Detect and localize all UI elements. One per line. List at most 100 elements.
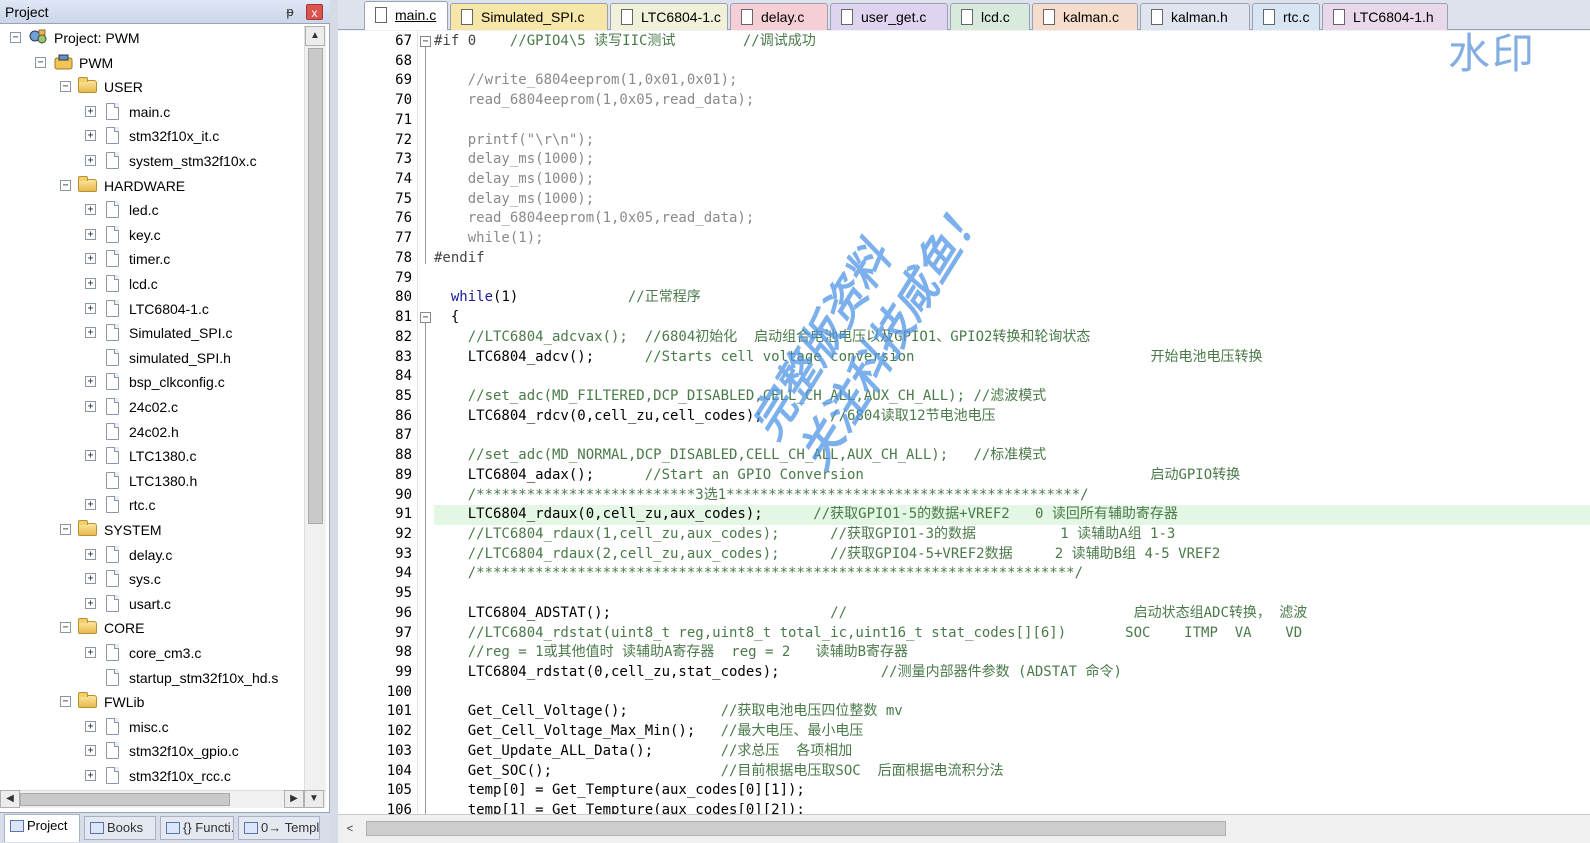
code-line[interactable]: Get_SOC(); //目前根据电压取SOC 后面根据电流积分法: [434, 762, 1590, 782]
expand-icon[interactable]: +: [85, 720, 96, 732]
tree-vertical-scrollbar[interactable]: ▲: [304, 26, 326, 790]
collapse-icon[interactable]: −: [10, 32, 21, 43]
tree-vertical-scroll-thumb[interactable]: [308, 48, 323, 524]
panel-tab-3[interactable]: 0→ Templ...: [238, 816, 320, 840]
code-line[interactable]: Get_Update_ALL_Data(); //求总压 各项相加: [434, 742, 1590, 762]
fold-collapse-icon[interactable]: −: [420, 312, 431, 324]
tree-file-item[interactable]: LTC1380.h: [0, 469, 300, 493]
tree-file-item[interactable]: + bsp_clkconfig.c: [0, 370, 300, 394]
expand-icon[interactable]: +: [85, 155, 96, 166]
code-editor[interactable]: 67 68 69 70 71 72 73 74 75 76 77 78 79 80 81 82 83 84 85 86…: [338, 31, 1590, 814]
code-line[interactable]: delay_ms(1000);: [434, 190, 1590, 210]
editor-tab[interactable]: Simulated_SPI.c: [450, 3, 608, 30]
editor-horizontal-scrollbar[interactable]: <: [338, 814, 1590, 843]
scroll-down-button[interactable]: ▼: [304, 790, 324, 808]
expand-icon[interactable]: +: [85, 228, 96, 240]
code-line[interactable]: #if 0 //GPIO4\5 读写IIC测试 //调试成功: [434, 32, 1590, 52]
editor-horizontal-scroll-thumb[interactable]: [366, 821, 1226, 836]
code-line[interactable]: [434, 426, 1590, 446]
expand-icon[interactable]: +: [85, 105, 96, 117]
editor-tab[interactable]: LTC6804-1.h: [1322, 3, 1448, 30]
expand-icon[interactable]: +: [85, 647, 96, 658]
tree-folder-item[interactable]: − SYSTEM: [0, 518, 300, 542]
code-line[interactable]: [434, 269, 1590, 289]
tree-file-item[interactable]: + key.c: [0, 223, 300, 247]
code-line[interactable]: [434, 367, 1590, 387]
tree-file-item[interactable]: + stm32f10x_gpio.c: [0, 739, 300, 763]
tree-file-item[interactable]: +24c02.c: [0, 395, 300, 419]
tree-file-item[interactable]: + system_stm32f10x.c: [0, 149, 300, 173]
code-line[interactable]: LTC6804_rdaux(0,cell_zu,aux_codes); //获取…: [434, 505, 1590, 525]
tree-file-item[interactable]: + main.c: [0, 100, 300, 124]
tree-file-item[interactable]: + misc.c: [0, 715, 300, 739]
expand-icon[interactable]: +: [85, 327, 96, 339]
expand-icon[interactable]: +: [85, 450, 96, 462]
code-line[interactable]: //reg = 1或其他值时 读辅助A寄存器 reg = 2 读辅助B寄存器: [434, 643, 1590, 663]
tree-folder-item[interactable]: − CORE: [0, 616, 300, 640]
code-line[interactable]: //write_6804eeprom(1,0x01,0x01);: [434, 71, 1590, 91]
tree-file-item[interactable]: + sys.c: [0, 567, 300, 591]
code-line[interactable]: temp[1] = Get_Tempture(aux_codes[0][2]);: [434, 801, 1590, 814]
code-line[interactable]: LTC6804_adcv(); //Starts cell voltage co…: [434, 348, 1590, 368]
scroll-right-button[interactable]: ▶: [284, 790, 304, 808]
code-line[interactable]: #endif: [434, 249, 1590, 269]
panel-tab-0[interactable]: Project: [4, 814, 80, 842]
tree-horizontal-scrollbar[interactable]: ◀ ▶ ▼: [0, 790, 326, 808]
expand-icon[interactable]: +: [85, 204, 96, 216]
tree-file-item[interactable]: + LTC6804-1.c: [0, 297, 300, 321]
tree-file-item[interactable]: + delay.c: [0, 543, 300, 567]
code-line[interactable]: Get_Cell_Voltage(); //获取电池电压四位整数 mv: [434, 702, 1590, 722]
code-line[interactable]: /***************************************…: [434, 564, 1590, 584]
expand-icon[interactable]: +: [85, 548, 96, 560]
collapse-icon[interactable]: −: [60, 696, 71, 708]
code-line[interactable]: [434, 52, 1590, 72]
collapse-icon[interactable]: −: [60, 179, 71, 191]
scroll-up-button[interactable]: ▲: [305, 26, 325, 46]
code-line[interactable]: while(1) //正常程序: [434, 288, 1590, 308]
code-line[interactable]: //LTC6804_rdaux(2,cell_zu,aux_codes); //…: [434, 545, 1590, 565]
expand-icon[interactable]: +: [85, 770, 96, 781]
tree-target-item[interactable]: − PWM: [0, 51, 300, 75]
code-line[interactable]: LTC6804_rdstat(0,cell_zu,stat_codes); //…: [434, 663, 1590, 683]
tree-file-item[interactable]: startup_stm32f10x_hd.s: [0, 666, 300, 690]
expand-icon[interactable]: +: [85, 278, 96, 289]
code-line[interactable]: LTC6804_ADSTAT(); // 启动状态组ADC转换， 滤波: [434, 604, 1590, 624]
collapse-icon[interactable]: −: [60, 622, 71, 634]
editor-tab[interactable]: kalman.h: [1140, 3, 1250, 30]
tree-file-item[interactable]: + led.c: [0, 198, 300, 222]
collapse-icon[interactable]: −: [60, 81, 71, 93]
expand-icon[interactable]: +: [85, 499, 96, 511]
tree-file-item[interactable]: 24c02.h: [0, 420, 300, 444]
code-line[interactable]: delay_ms(1000);: [434, 150, 1590, 170]
code-line[interactable]: read_6804eeprom(1,0x05,read_data);: [434, 91, 1590, 111]
code-line[interactable]: delay_ms(1000);: [434, 170, 1590, 190]
code-line[interactable]: printf("\r\n");: [434, 131, 1590, 151]
code-line[interactable]: while(1);: [434, 229, 1590, 249]
code-line[interactable]: [434, 584, 1590, 604]
scroll-left-button[interactable]: ◀: [0, 790, 20, 808]
editor-tab[interactable]: delay.c: [730, 3, 828, 30]
tree-file-item[interactable]: + stm32f10x_rcc.c: [0, 764, 300, 788]
pin-icon[interactable]: ᵽ: [281, 0, 299, 24]
editor-tab[interactable]: lcd.c: [950, 3, 1030, 30]
tree-file-item[interactable]: + Simulated_SPI.c: [0, 321, 300, 345]
tree-file-item[interactable]: + timer.c: [0, 247, 300, 271]
tree-file-item[interactable]: + usart.c: [0, 592, 300, 616]
editor-scroll-left-button[interactable]: <: [340, 819, 360, 839]
editor-tab[interactable]: LTC6804-1.c: [610, 3, 728, 30]
tree-file-item[interactable]: + rtc.c: [0, 493, 300, 517]
tree-project-item[interactable]: − Project: PWM: [0, 26, 300, 50]
expand-icon[interactable]: +: [85, 401, 96, 412]
fold-collapse-icon[interactable]: −: [420, 36, 431, 47]
panel-close-button[interactable]: x: [306, 4, 323, 20]
expand-icon[interactable]: +: [85, 597, 96, 609]
tree-file-item[interactable]: + lcd.c: [0, 272, 300, 296]
code-line[interactable]: //set_adc(MD_FILTERED,DCP_DISABLED,CELL_…: [434, 387, 1590, 407]
code-line[interactable]: //LTC6804_rdstat(uint8_t reg,uint8_t tot…: [434, 624, 1590, 644]
tree-file-item[interactable]: + stm32f10x_it.c: [0, 124, 300, 148]
code-line[interactable]: {: [434, 308, 1590, 328]
expand-icon[interactable]: +: [85, 376, 96, 388]
panel-tab-2[interactable]: {} Functi...: [160, 816, 234, 840]
code-line[interactable]: Get_Cell_Voltage_Max_Min(); //最大电压、最小电压: [434, 722, 1590, 742]
expand-icon[interactable]: +: [85, 253, 96, 265]
